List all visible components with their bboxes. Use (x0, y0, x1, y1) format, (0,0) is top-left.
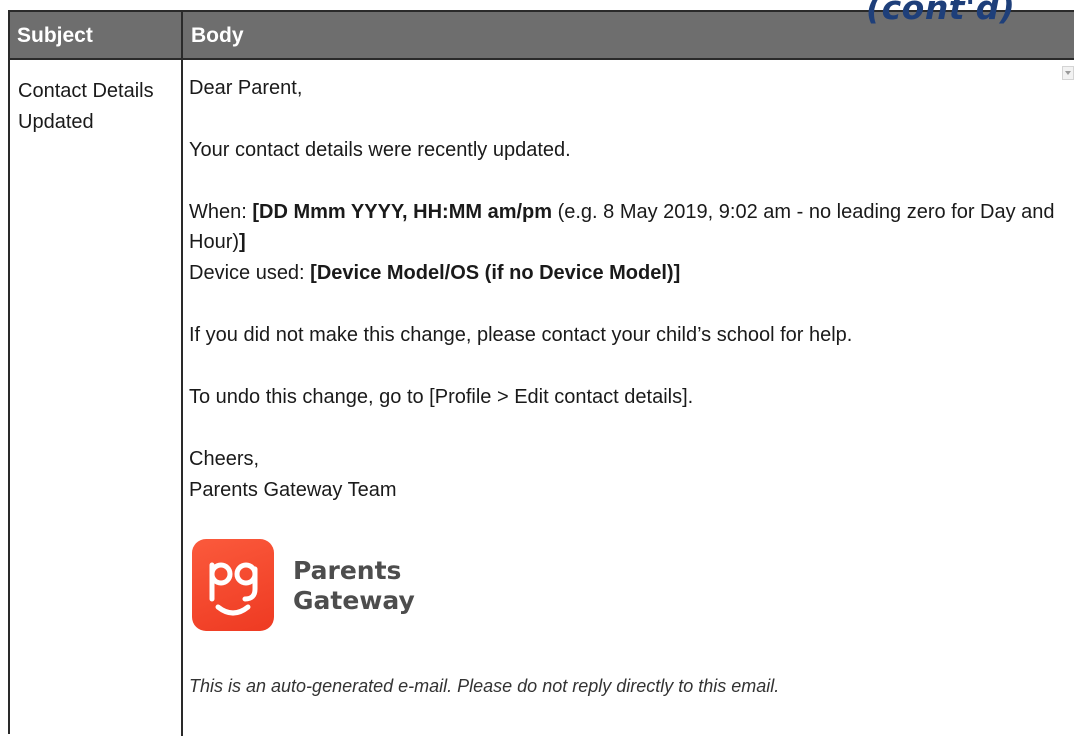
when-label: When: (189, 201, 253, 223)
parents-gateway-logo-icon (192, 539, 274, 631)
when-value: [DD Mmm YYYY, HH:MM am/pm (252, 201, 553, 223)
body-cell: Dear Parent, Your contact details were r… (189, 0, 1069, 734)
intro-line: Your contact details were recently updat… (189, 139, 571, 161)
when-line-continued: Hour)] (189, 228, 246, 256)
team-line: Parents Gateway Team (189, 479, 397, 501)
wordmark-line-2: Gateway (293, 586, 415, 615)
scroll-down-arrow-icon[interactable] (1062, 66, 1074, 80)
continued-label: (cont'd) (866, 0, 1016, 27)
signoff-line: Cheers, (189, 448, 260, 470)
when-close-bracket: ] (239, 231, 246, 253)
undo-line: To undo this change, go to [Profile > Ed… (189, 386, 694, 408)
warning-line: If you did not make this change, please … (189, 324, 853, 346)
device-value: [Device Model/OS (if no Device Model)] (310, 262, 681, 284)
when-note: (e.g. 8 May 2019, 9:02 am - no leading z… (552, 201, 1055, 223)
column-divider (181, 60, 183, 736)
when-note-continued: Hour) (189, 231, 240, 253)
device-label: Device used: (189, 262, 311, 284)
auto-generated-note: This is an auto-generated e-mail. Please… (189, 676, 780, 696)
header-subject: Subject (17, 24, 93, 47)
pg-smile-icon (209, 562, 258, 616)
when-line: When: [DD Mmm YYYY, HH:MM am/pm (e.g. 8 … (189, 198, 1055, 226)
wordmark-line-1: Parents (293, 556, 402, 585)
device-line: Device used: [Device Model/OS (if no Dev… (189, 259, 680, 287)
column-divider-header (181, 12, 183, 58)
parents-gateway-wordmark: Parents Gateway (293, 556, 415, 616)
subject-cell: Contact Details Updated (18, 80, 154, 133)
greeting-line: Dear Parent, (189, 77, 303, 99)
